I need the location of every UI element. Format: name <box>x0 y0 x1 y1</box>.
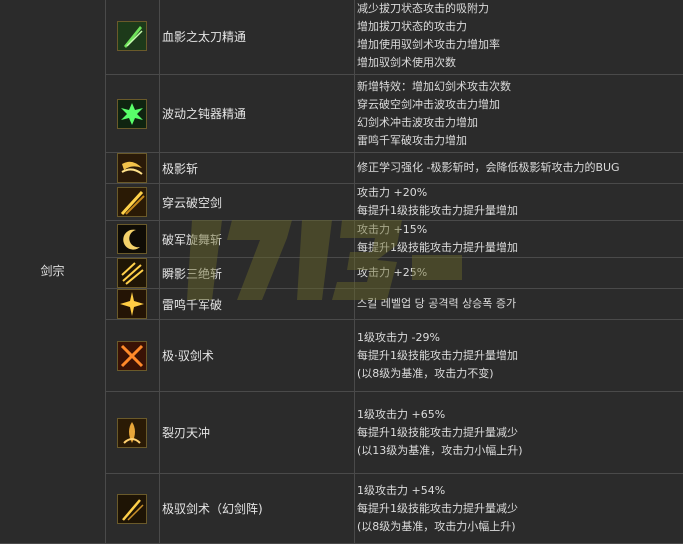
skill-name: 极影斩 <box>160 153 355 184</box>
description-line: 增加使用驭剑术攻击力增加率 <box>357 36 683 54</box>
description-line: 每提升1级技能攻击力提升量减少 <box>357 424 683 442</box>
skill-icon-cell <box>106 221 160 258</box>
description-line: 攻击力 +25% <box>357 264 683 282</box>
description-line: 每提升1级技能攻击力提升量增加 <box>357 202 683 220</box>
description-line: 修正学习强化 -极影斩时，会降低极影斩攻击力的BUG <box>357 159 683 177</box>
skill-icon-cell <box>106 392 160 474</box>
description-line: 每提升1级技能攻击力提升量增加 <box>357 239 683 257</box>
description-line: 每提升1级技能攻击力提升量减少 <box>357 500 683 518</box>
description-line: 1级攻击力 +54% <box>357 482 683 500</box>
crossed-swords-icon <box>117 341 147 371</box>
skill-icon-cell <box>106 75 160 153</box>
rising-blade-icon <box>117 418 147 448</box>
skill-icon-cell <box>106 474 160 544</box>
skill-name: 血影之太刀精通 <box>160 0 355 75</box>
description-line: 攻击力 +15% <box>357 221 683 239</box>
skill-name: 波动之钝器精通 <box>160 75 355 153</box>
skill-description: 攻击力 +20%每提升1级技能攻击力提升量增加 <box>355 184 683 221</box>
shadow-slash-icon <box>117 153 147 183</box>
skill-description: 新增特效：增加幻剑术攻击次数穿云破空剑冲击波攻击力增加幻剑术冲击波攻击力增加雷鸣… <box>355 75 683 153</box>
crescent-spin-icon <box>117 224 147 254</box>
description-line: (以13级为基准，攻击力小幅上升) <box>357 442 683 460</box>
skill-description: 减少拔刀状态攻击的吸附力增加拔刀状态的攻击力增加使用驭剑术攻击力增加率增加驭剑术… <box>355 0 683 75</box>
skill-name: 极·驭剑术 <box>160 320 355 392</box>
skill-row: 剑宗血影之太刀精通减少拔刀状态攻击的吸附力增加拔刀状态的攻击力增加使用驭剑术攻击… <box>0 0 683 75</box>
skill-name: 裂刃天冲 <box>160 392 355 474</box>
description-line: 1级攻击力 +65% <box>357 406 683 424</box>
skill-description: 攻击力 +15%每提升1级技能攻击力提升量增加 <box>355 221 683 258</box>
skill-description: 攻击力 +25% <box>355 258 683 289</box>
skill-icon-cell <box>106 258 160 289</box>
skill-icon-cell <box>106 153 160 184</box>
triple-slash-icon <box>117 258 147 288</box>
skill-name: 破军旋舞斩 <box>160 221 355 258</box>
piercing-sword-icon <box>117 187 147 217</box>
skill-name: 极驭剑术（幻剑阵) <box>160 474 355 544</box>
description-line: (以8级为基准，攻击力小幅上升) <box>357 518 683 536</box>
description-line: 新增特效：增加幻剑术攻击次数 <box>357 78 683 96</box>
green-burst-icon <box>117 99 147 129</box>
skill-description: 1级攻击力 -29%每提升1级技能攻击力提升量增加(以8级为基准，攻击力不变) <box>355 320 683 392</box>
description-line: (以8级为基准，攻击力不变) <box>357 365 683 383</box>
description-line: 增加驭剑术使用次数 <box>357 54 683 72</box>
skill-description: 1级攻击力 +54%每提升1级技能攻击力提升量减少(以8级为基准，攻击力小幅上升… <box>355 474 683 544</box>
description-line: 幻剑术冲击波攻击力增加 <box>357 114 683 132</box>
skill-icon-cell <box>106 289 160 320</box>
thunder-burst-icon <box>117 289 147 319</box>
skill-name: 雷鸣千军破 <box>160 289 355 320</box>
skill-table: 剑宗 血影之太刀精通减少拔刀状态攻击的吸附力增加拔刀状态的攻击力增加使用驭剑术攻击… <box>0 0 683 544</box>
skill-description: 修正学习强化 -极影斩时，会降低极影斩攻击力的BUG <box>355 153 683 184</box>
skill-description: 1级攻击力 +65%每提升1级技能攻击力提升量减少(以13级为基准，攻击力小幅上… <box>355 392 683 474</box>
green-blade-icon <box>117 21 147 51</box>
description-line: 攻击力 +20% <box>357 184 683 202</box>
description-line: 减少拔刀状态攻击的吸附力 <box>357 0 683 18</box>
skill-icon-cell <box>106 320 160 392</box>
description-line: 增加拔刀状态的攻击力 <box>357 18 683 36</box>
phantom-sword-icon <box>117 494 147 524</box>
skill-name: 瞬影三绝斩 <box>160 258 355 289</box>
description-line: 스킬 레벨업 당 공격력 상승폭 증가 <box>357 295 683 313</box>
description-line: 每提升1级技能攻击力提升量增加 <box>357 347 683 365</box>
description-line: 雷鸣千军破攻击力增加 <box>357 132 683 150</box>
description-line: 穿云破空剑冲击波攻击力增加 <box>357 96 683 114</box>
class-name: 剑宗 <box>40 264 64 278</box>
skill-icon-cell <box>106 0 160 75</box>
description-line: 1级攻击力 -29% <box>357 329 683 347</box>
skill-icon-cell <box>106 184 160 221</box>
class-name-cell: 剑宗 <box>0 0 106 544</box>
skill-description: 스킬 레벨업 당 공격력 상승폭 증가 <box>355 289 683 320</box>
skill-name: 穿云破空剑 <box>160 184 355 221</box>
